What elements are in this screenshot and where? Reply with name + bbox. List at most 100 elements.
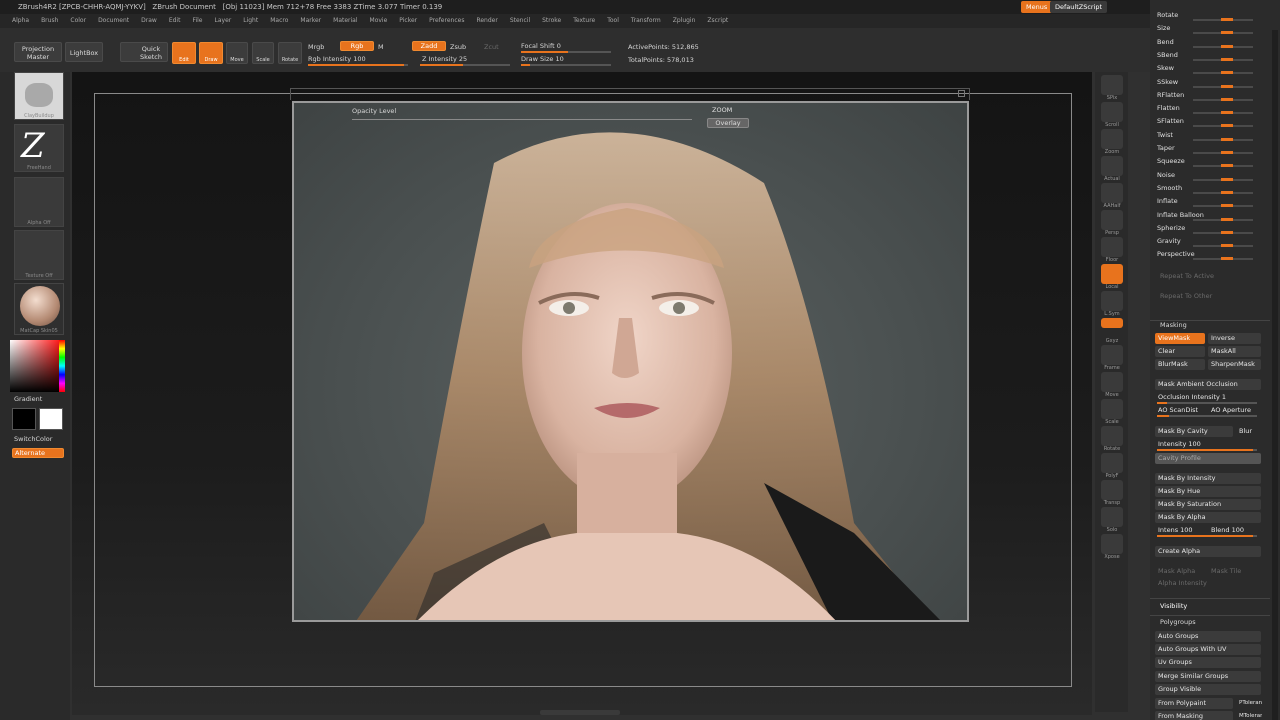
deform-track[interactable] [1193,97,1253,101]
deform-track[interactable] [1193,164,1253,168]
brush-thumbnail[interactable]: ClayBuildup [14,72,64,120]
hue-strip[interactable] [59,340,65,392]
menu-item-document[interactable]: Document [98,17,129,24]
solo-button[interactable] [1101,507,1123,527]
menu-item-transform[interactable]: Transform [631,17,661,24]
deform-track[interactable] [1193,244,1253,248]
menu-item-texture[interactable]: Texture [573,17,595,24]
menu-item-brush[interactable]: Brush [41,17,58,24]
move-button[interactable]: Move [226,42,248,64]
deform-track[interactable] [1193,84,1253,88]
deform-track[interactable] [1193,111,1253,115]
deform-track[interactable] [1193,257,1253,261]
menu-item-material[interactable]: Material [333,17,357,24]
from-polypaint-button[interactable]: From Polypaint [1155,698,1233,709]
deform-inflate-balloon-slider[interactable]: Inflate Balloon [1157,210,1257,222]
switch-color-button[interactable]: SwitchColor [14,435,52,443]
deform-squeeze-slider[interactable]: Squeeze [1157,156,1257,168]
zadd-toggle[interactable]: Zadd [412,41,446,51]
mask-by-saturation-button[interactable]: Mask By Saturation [1155,499,1261,510]
menu-item-color[interactable]: Color [70,17,86,24]
zcut-toggle[interactable]: Zcut [484,43,499,51]
create-alpha-button[interactable]: Create Alpha [1155,546,1261,557]
visibility-header[interactable]: Visibility [1160,602,1187,610]
lightbox-button[interactable]: LightBox [65,42,103,62]
deform-size-slider[interactable]: Size [1157,23,1257,35]
deform-rotate-slider[interactable]: Rotate [1157,10,1257,22]
masking-header[interactable]: Masking [1160,321,1187,329]
deform-track[interactable] [1193,137,1253,141]
maskall-button[interactable]: MaskAll [1208,346,1261,357]
deform-inflate-slider[interactable]: Inflate [1157,196,1257,208]
stroke-thumbnail[interactable]: Z FreeHand [14,124,64,172]
viewmask-button[interactable]: ViewMask [1155,333,1205,344]
alpha-intensity-slider[interactable]: Alpha Intensity [1155,578,1261,589]
material-thumbnail[interactable]: MatCap Skin05 [14,283,64,335]
scale-button[interactable] [1101,399,1123,419]
menu-item-alpha[interactable]: Alpha [12,17,29,24]
deform-noise-slider[interactable]: Noise [1157,170,1257,182]
menu-item-layer[interactable]: Layer [215,17,232,24]
deform-track[interactable] [1193,31,1253,35]
menu-item-macro[interactable]: Macro [270,17,288,24]
zoom-label[interactable]: ZOOM [712,106,732,114]
menu-item-stencil[interactable]: Stencil [510,17,530,24]
aahalf-button[interactable] [1101,183,1123,203]
deform-track[interactable] [1193,177,1253,181]
gradient-toggle[interactable]: Gradient [14,395,42,403]
deform-track[interactable] [1193,230,1253,234]
rgb-toggle[interactable]: Rgb [340,41,374,51]
menu-item-preferences[interactable]: Preferences [429,17,464,24]
m-toggle[interactable]: M [378,43,384,51]
auto-groups-with-uv-button[interactable]: Auto Groups With UV [1155,644,1261,655]
menus-button[interactable]: Menus [1021,1,1053,13]
mrgb-toggle[interactable]: Mrgb [308,43,324,51]
opacity-level-slider[interactable]: Opacity Level [352,107,396,115]
secondary-color-swatch[interactable] [39,408,63,430]
menu-item-movie[interactable]: Movie [370,17,388,24]
reference-close-icon[interactable] [958,90,965,97]
ao-track[interactable] [1157,415,1257,417]
blurmask-button[interactable]: BlurMask [1155,359,1205,370]
bottom-scroll-handle[interactable] [540,710,620,715]
clear-mask-button[interactable]: Clear [1155,346,1205,357]
opacity-track[interactable] [352,119,692,120]
intens-blend-track[interactable] [1157,535,1257,537]
deform-spherize-slider[interactable]: Spherize [1157,223,1257,235]
deform-track[interactable] [1193,57,1253,61]
deform-perspective-slider[interactable]: Perspective [1157,249,1257,261]
ptolerance-slider[interactable]: PTolerance [1236,698,1262,709]
cavity-blur-slider[interactable]: Blur [1236,426,1261,437]
rotate-button[interactable]: Rotate [278,42,302,64]
floor-button[interactable] [1101,237,1123,257]
focal-shift-track[interactable] [521,51,611,53]
deform-sbend-slider[interactable]: SBend [1157,50,1257,62]
zoom-button[interactable] [1101,129,1123,149]
rgb-intensity-slider[interactable]: Rgb Intensity 100 [308,55,366,63]
deform-gravity-slider[interactable]: Gravity [1157,236,1257,248]
xpose-button[interactable] [1101,534,1123,554]
draw-size-slider[interactable]: Draw Size 10 [521,55,564,63]
mask-by-intensity-button[interactable]: Mask By Intensity [1155,473,1261,484]
overlay-button[interactable]: Overlay [707,118,749,128]
mask-tile-button[interactable]: Mask Tile [1208,566,1261,577]
rotate-button[interactable] [1101,426,1123,446]
menu-item-marker[interactable]: Marker [300,17,321,24]
reference-window-titlebar[interactable] [290,88,970,100]
mask-by-cavity-button[interactable]: Mask By Cavity [1155,426,1233,437]
deform-skew-slider[interactable]: Skew [1157,63,1257,75]
main-color-swatch[interactable] [12,408,36,430]
mask-by-hue-button[interactable]: Mask By Hue [1155,486,1261,497]
mask-by-alpha-button[interactable]: Mask By Alpha [1155,512,1261,523]
projection-master-button[interactable]: Projection Master [14,42,62,62]
menu-item-picker[interactable]: Picker [399,17,417,24]
move-button[interactable] [1101,372,1123,392]
occlusion-intensity-track[interactable] [1157,402,1257,404]
menu-item-stroke[interactable]: Stroke [542,17,561,24]
inverse-button[interactable]: Inverse [1208,333,1261,344]
zsub-toggle[interactable]: Zsub [450,43,466,51]
repeat-to-active-button[interactable]: Repeat To Active [1157,271,1257,282]
uv-groups-button[interactable]: Uv Groups [1155,657,1261,668]
menu-item-edit[interactable]: Edit [169,17,181,24]
deform-taper-slider[interactable]: Taper [1157,143,1257,155]
